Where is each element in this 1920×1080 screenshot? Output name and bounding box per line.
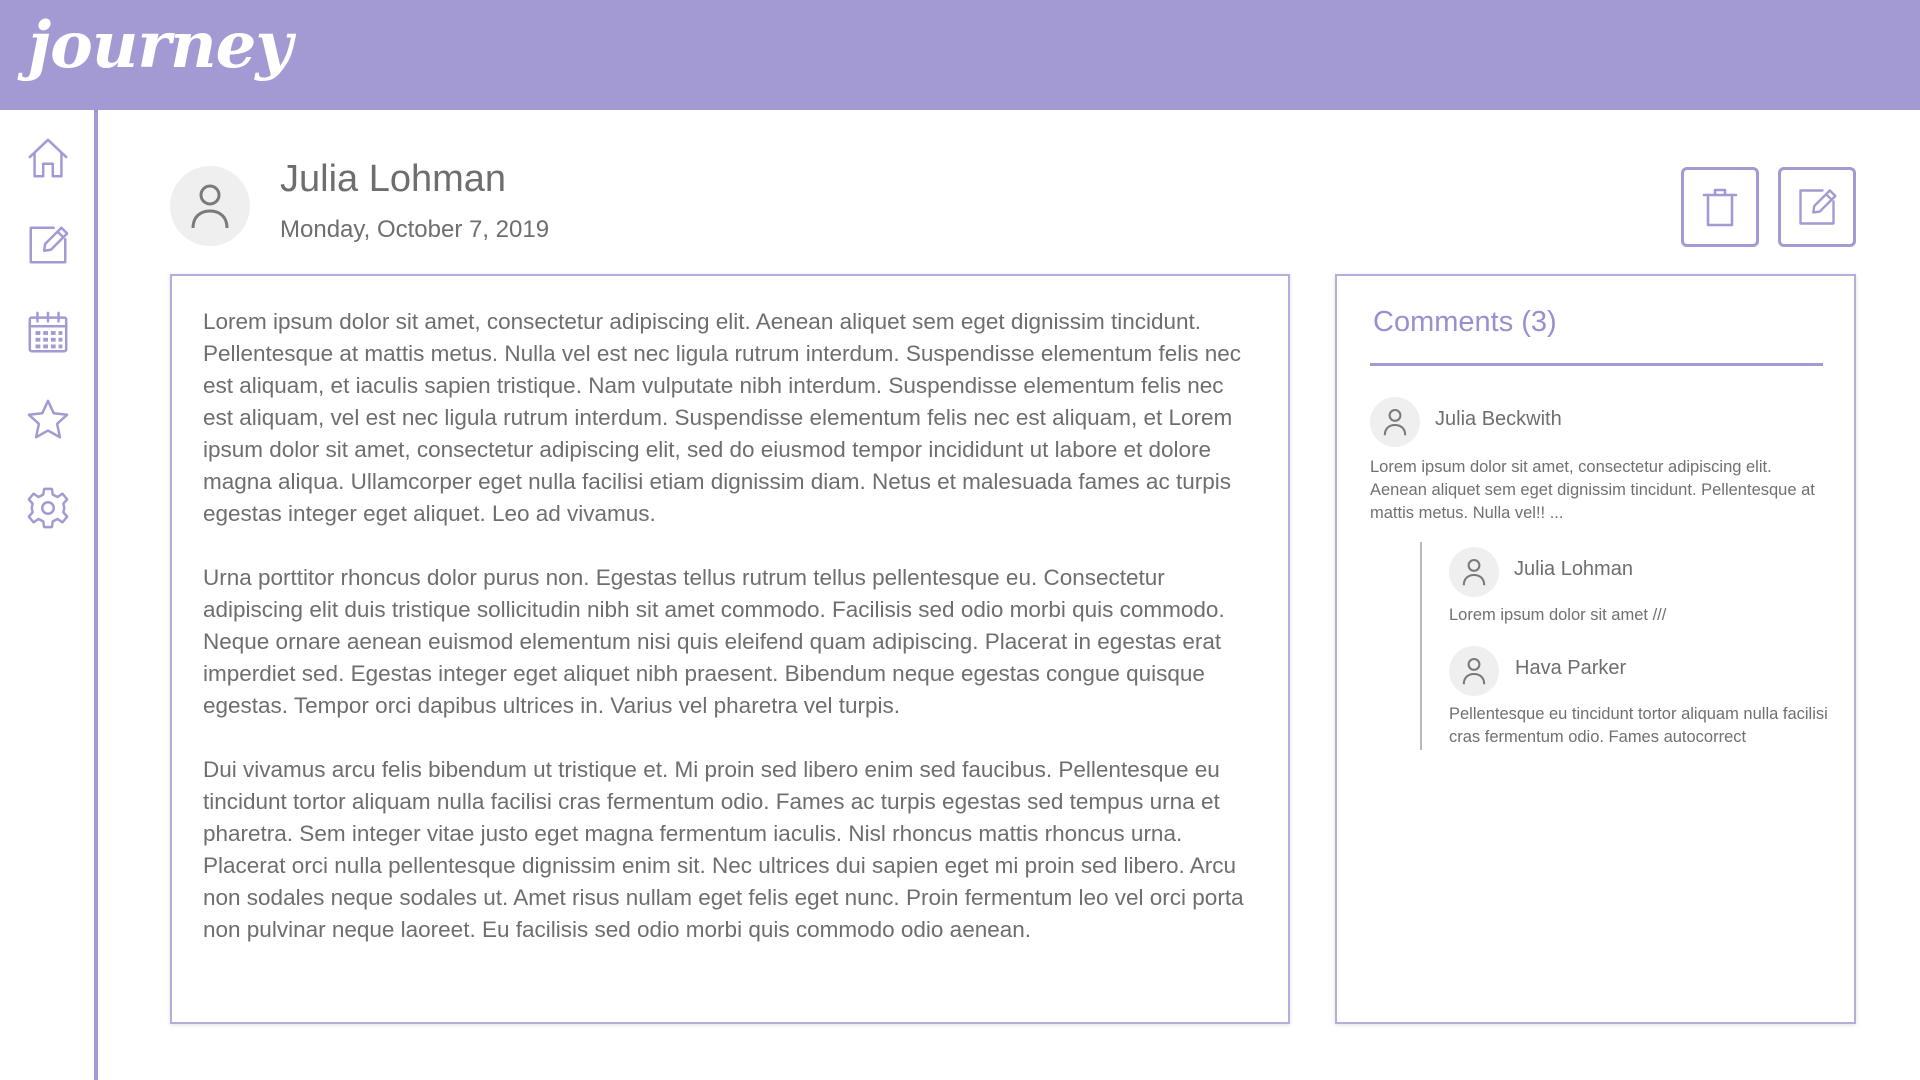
delete-button[interactable] [1681,167,1759,247]
avatar[interactable] [1370,397,1420,447]
user-icon [1462,657,1486,685]
edit-button[interactable] [1778,167,1856,247]
user-icon [1462,558,1486,586]
sidebar [0,110,98,1080]
calendar-icon [28,311,68,353]
reply-text: Pellentesque eu tincidunt tortor aliquam… [1449,705,1828,746]
home-icon [28,138,68,178]
divider [1370,363,1823,366]
app-logo[interactable]: journey [28,8,293,83]
comments-panel: Comments (3) Julia Beckwith Lorem ipsum … [1335,274,1856,1024]
avatar[interactable] [1449,646,1499,696]
entry-paragraph: Urna porttitor rhoncus dolor purus non. … [203,565,1225,718]
reply-thread-line [1420,542,1422,750]
avatar[interactable] [170,166,250,246]
edit-icon [1799,189,1837,225]
user-icon [191,184,229,229]
reply-author[interactable]: Julia Lohman [1514,558,1633,581]
entry-date: Monday, October 7, 2019 [280,216,550,243]
comments-title: Comments (3) [1373,306,1557,338]
sidebar-item-home[interactable] [22,132,74,184]
entry-author: Julia Lohman [280,158,507,200]
sidebar-item-new-entry[interactable] [22,219,74,271]
sidebar-item-calendar[interactable] [22,307,74,359]
sidebar-item-favorites[interactable] [22,394,74,446]
trash-icon [1702,188,1738,227]
star-icon [27,399,69,439]
top-bar: journey [0,0,1920,110]
edit-icon [29,226,69,264]
entry-body: Lorem ipsum dolor sit amet, consectetur … [170,274,1290,1024]
gear-icon [27,487,69,529]
entry-paragraph: Lorem ipsum dolor sit amet, consectetur … [203,309,1241,526]
reply-text: Lorem ipsum dolor sit amet /// [1449,606,1667,624]
comment-text: Lorem ipsum dolor sit amet, consectetur … [1370,458,1815,522]
sidebar-item-settings[interactable] [22,482,74,534]
reply-author[interactable]: Hava Parker [1515,657,1626,680]
user-icon [1383,408,1407,436]
entry-paragraph: Dui vivamus arcu felis bibendum ut trist… [203,757,1244,942]
comment-author[interactable]: Julia Beckwith [1435,408,1562,431]
avatar[interactable] [1449,547,1499,597]
